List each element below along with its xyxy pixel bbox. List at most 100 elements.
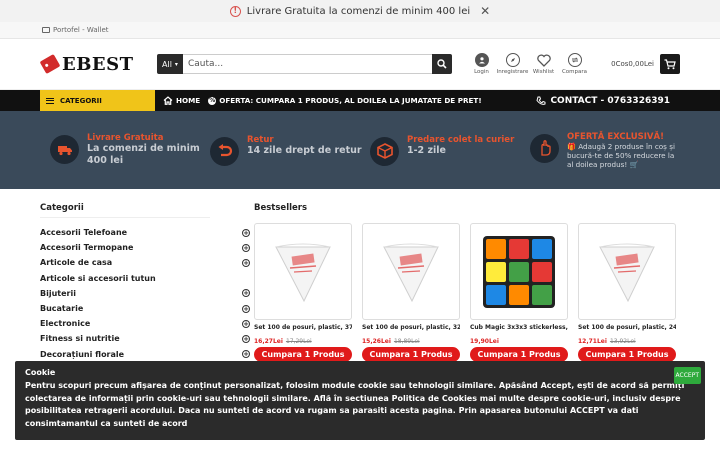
nav-home[interactable]: HOME [163, 96, 200, 105]
category-item[interactable]: Bucatarie + [40, 301, 250, 316]
promo-text: Livrare Gratuita la comenzi de minim 400… [246, 5, 471, 17]
wallet-icon [42, 27, 50, 33]
wallet-bar: Portofel - Wallet [0, 22, 720, 39]
features-band: Livrare Gratuita La comenzi de minim 400… [0, 111, 720, 189]
plus-circle-icon[interactable]: + [242, 289, 250, 298]
product-card[interactable]: Cub Magic 3x3x3 stickerless, 19,90Lei Cump… [470, 223, 568, 375]
categories-label: CATEGORII [60, 96, 102, 105]
percent-icon: % [208, 96, 217, 105]
cookie-title: Cookie [25, 368, 56, 377]
hand-icon [530, 133, 559, 163]
product-image[interactable] [362, 223, 460, 320]
product-image[interactable] [470, 223, 568, 320]
promo-badge[interactable]: Cumpara 1 Produs [578, 347, 676, 362]
wallet-link[interactable]: Portofel - Wallet [53, 26, 109, 34]
category-item[interactable]: Accesorii Termopane + [40, 240, 250, 255]
category-item[interactable]: Fitness si nutritie + [40, 331, 250, 346]
category-item[interactable]: Decorațiuni florale + [40, 347, 250, 362]
category-label: Fitness si nutritie [40, 334, 120, 344]
category-item[interactable]: Accesorii Telefoane + [40, 225, 250, 240]
product-price: 12,71Lei 13,92Lei [578, 338, 676, 345]
phone-icon [536, 96, 546, 105]
cart-button[interactable] [660, 54, 680, 74]
logo[interactable]: EBEST [39, 53, 154, 75]
nav-home-label: HOME [176, 96, 201, 105]
search-icon [437, 59, 447, 69]
cart[interactable]: 0Cos0,00Lei [611, 54, 680, 74]
search-category-label: All [162, 59, 172, 69]
main-navbar: CATEGORII HOME % OFERTA: CUMPARA 1 PRODU… [0, 90, 720, 111]
product-grid: Set 100 de posuri, plastic, 37 16,27Lei 17… [254, 223, 684, 375]
search-input[interactable] [182, 54, 432, 74]
register-link[interactable]: Inregistrare [497, 53, 528, 75]
product-image[interactable] [254, 223, 352, 320]
compare-icon [567, 53, 582, 67]
category-label: Bucatarie [40, 304, 84, 314]
product-image[interactable] [578, 223, 676, 320]
product-card[interactable]: Set 100 de posuri, plastic, 24 12,71Lei 13… [578, 223, 676, 375]
promo-badge[interactable]: Cumpara 1 Produs [254, 347, 352, 362]
product-name[interactable]: Set 100 de posuri, plastic, 32 [362, 324, 460, 331]
category-label: Accesorii Telefoane [40, 228, 128, 238]
cart-summary: 0Cos0,00Lei [611, 60, 654, 68]
plus-circle-icon[interactable]: + [242, 350, 250, 359]
login-label: Login [474, 69, 489, 75]
price-old: 17,29Lei [285, 338, 312, 345]
price-current: 15,26Lei [362, 338, 391, 345]
header: EBEST All ▾ Login Inregistrare Wishlist … [0, 39, 720, 90]
product-price: 16,27Lei 17,29Lei [254, 338, 352, 345]
wishlist-link[interactable]: Wishlist [531, 53, 556, 75]
product-card[interactable]: Set 100 de posuri, plastic, 37 16,27Lei 17… [254, 223, 352, 375]
compare-link[interactable]: Compara [562, 53, 587, 75]
product-name[interactable]: Set 100 de posuri, plastic, 24 [578, 324, 676, 331]
price-current: 16,27Lei [254, 338, 283, 345]
plus-circle-icon[interactable]: + [242, 243, 250, 252]
accept-button[interactable]: ACCEPT [673, 367, 701, 384]
product-name[interactable]: Set 100 de posuri, plastic, 37 [254, 324, 352, 331]
plus-circle-icon[interactable]: + [242, 319, 250, 328]
home-icon [163, 96, 173, 105]
category-label: Articole si accesorii tutun [40, 273, 156, 283]
category-item[interactable]: Bijuterii + [40, 286, 250, 301]
caret-down-icon: ▾ [174, 60, 178, 68]
close-icon[interactable]: ✕ [480, 4, 490, 18]
register-label: Inregistrare [496, 69, 529, 75]
feature-desc: 🎁 Adaugă 2 produse în coș și bucură-te d… [567, 141, 675, 169]
product-price: 19,90Lei [470, 338, 568, 345]
price-current: 12,71Lei [578, 338, 607, 345]
cart-icon [664, 58, 676, 69]
search-category-select[interactable]: All ▾ [157, 54, 183, 74]
heart-icon [536, 53, 551, 67]
nav-contact[interactable]: CONTACT - 0763326391 [536, 96, 670, 106]
plus-circle-icon[interactable]: + [242, 228, 250, 237]
promo-badge[interactable]: Cumpara 1 Produs [362, 347, 460, 362]
content: Categorii Accesorii Telefoane + Accesorii … [0, 189, 720, 377]
category-label: Accesorii Termopane [40, 243, 134, 253]
feature-desc: La comenzi de minim 400 lei [87, 143, 200, 166]
product-card[interactable]: Set 100 de posuri, plastic, 32 15,26Lei 18… [362, 223, 460, 375]
plus-circle-icon[interactable]: + [242, 334, 250, 343]
price-old: 18,89Lei [393, 338, 420, 345]
bestsellers-section: Bestsellers Set 100 de posuri, plastic, … [254, 203, 684, 377]
tag-icon [39, 53, 61, 75]
search-button[interactable] [432, 54, 452, 74]
category-item[interactable]: Electronice + [40, 316, 250, 331]
product-name[interactable]: Cub Magic 3x3x3 stickerless, [470, 324, 568, 331]
info-icon: ! [229, 5, 241, 17]
feature-desc: 14 zile drept de retur [247, 144, 362, 156]
login-link[interactable]: Login [469, 53, 494, 75]
wishlist-label: Wishlist [532, 69, 555, 75]
feature-desc: 1-2 zile [407, 144, 446, 156]
section-title: Bestsellers [254, 203, 308, 213]
category-label: Articole de casa [40, 258, 113, 268]
category-item[interactable]: Articole si accesorii tutun [40, 271, 250, 286]
nav-offer[interactable]: % OFERTA: CUMPARA 1 PRODUS, AL DOILEA LA… [208, 96, 482, 105]
category-item[interactable]: Articole de casa + [40, 255, 250, 270]
plus-circle-icon[interactable]: + [242, 304, 250, 313]
account-icons: Login Inregistrare Wishlist Compara [469, 53, 587, 75]
categories-menu-button[interactable]: CATEGORII [40, 90, 155, 111]
price-current: 19,90Lei [470, 338, 499, 345]
feature-exclusive-offer: OFERTĂ EXCLUSIVĂ! 🎁 Adaugă 2 produse în … [530, 132, 680, 169]
plus-circle-icon[interactable]: + [242, 258, 250, 267]
promo-badge[interactable]: Cumpara 1 Produs [470, 347, 568, 362]
